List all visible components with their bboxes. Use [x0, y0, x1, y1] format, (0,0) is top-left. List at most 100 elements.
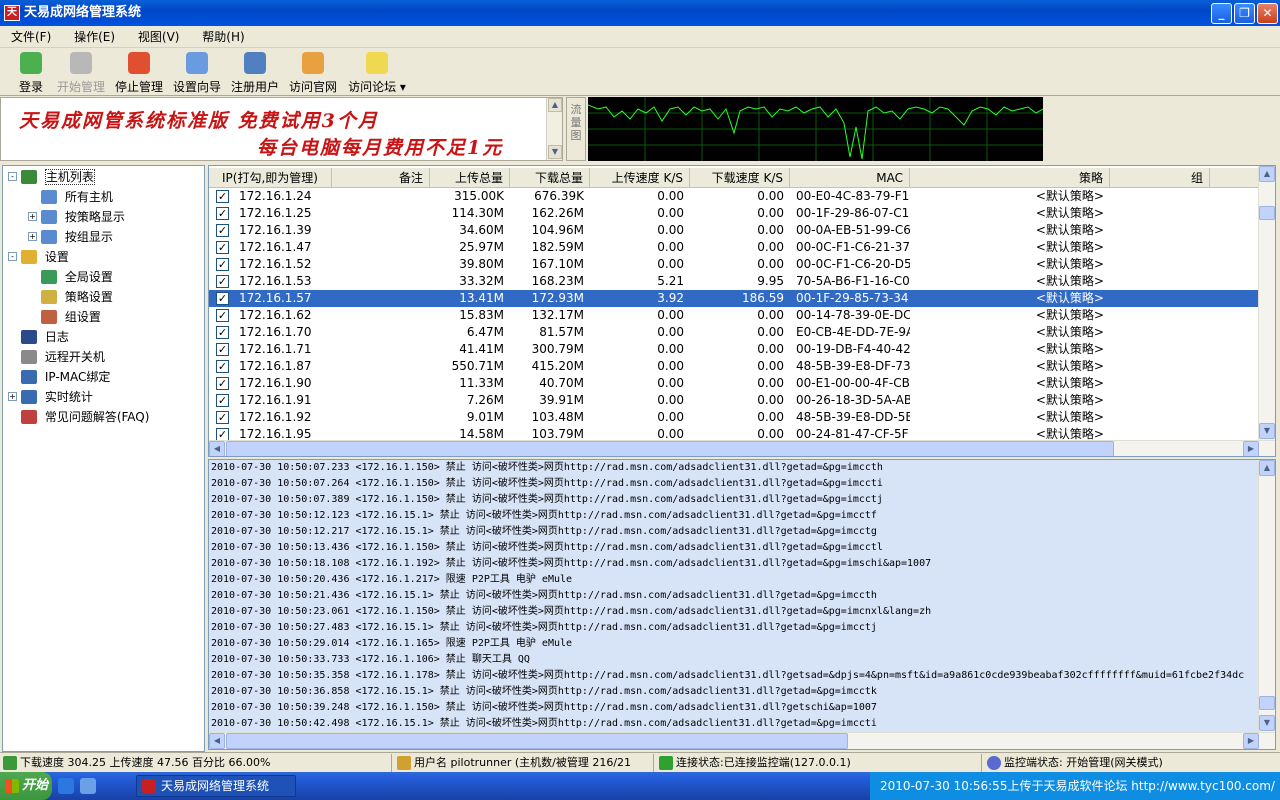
scroll-right-icon[interactable]: ▶: [1243, 733, 1259, 749]
scroll-down-icon[interactable]: ▼: [548, 145, 562, 159]
scroll-right-icon[interactable]: ▶: [1243, 441, 1259, 456]
manage-checkbox[interactable]: ✓: [216, 343, 229, 356]
table-row[interactable]: ✓ 172.16.1.25 114.30M 162.26M 0.00 0.00 00-1F-…: [209, 205, 1261, 222]
scroll-thumb[interactable]: [226, 441, 1114, 456]
register-user-button[interactable]: 注册用户: [228, 50, 282, 94]
scroll-left-icon[interactable]: ◀: [209, 733, 225, 749]
banner-scrollbar[interactable]: ▲ ▼: [546, 98, 562, 160]
cell-ip: 172.16.1.62: [239, 308, 312, 322]
table-row[interactable]: ✓ 172.16.1.90 11.33M 40.70M 0.00 0.00 00-E1-00…: [209, 375, 1261, 392]
cell-down-total: 182.59M: [531, 240, 584, 254]
tree-item-log[interactable]: 日志: [21, 328, 69, 346]
tree-item-by-group[interactable]: + 按组显示: [28, 228, 113, 246]
manage-checkbox[interactable]: ✓: [216, 190, 229, 203]
column-header-note[interactable]: 备注: [332, 168, 430, 188]
tree-item-group-settings[interactable]: 组设置: [41, 308, 101, 326]
tree-item-settings[interactable]: - 设置: [8, 248, 69, 266]
desktop-icon[interactable]: [80, 778, 96, 794]
manage-checkbox[interactable]: ✓: [216, 292, 229, 305]
column-header-upload-total[interactable]: 上传总量: [430, 168, 510, 188]
manage-checkbox[interactable]: ✓: [216, 224, 229, 237]
table-row[interactable]: ✓ 172.16.1.62 15.83M 132.17M 0.00 0.00 00-14-7…: [209, 307, 1261, 324]
table-row[interactable]: ✓ 172.16.1.92 9.01M 103.48M 0.00 0.00 48-5B-39…: [209, 409, 1261, 426]
table-horizontal-scrollbar[interactable]: ◀ ▶: [209, 440, 1275, 456]
collapse-icon[interactable]: -: [8, 252, 17, 261]
manage-checkbox[interactable]: ✓: [216, 411, 229, 424]
table-row[interactable]: ✓ 172.16.1.70 6.47M 81.57M 0.00 0.00 E0-CB-4E-…: [209, 324, 1261, 341]
manage-checkbox[interactable]: ✓: [216, 258, 229, 271]
table-row[interactable]: ✓ 172.16.1.47 25.97M 182.59M 0.00 0.00 00-0C-F…: [209, 239, 1261, 256]
scroll-left-icon[interactable]: ◀: [209, 441, 225, 456]
cell-note: [332, 256, 430, 273]
menu-file[interactable]: 文件(F): [3, 26, 59, 48]
column-header-mac[interactable]: MAC: [790, 168, 910, 188]
scroll-thumb[interactable]: [1259, 696, 1275, 710]
table-row[interactable]: ✓ 172.16.1.71 41.41M 300.79M 0.00 0.00 00-19-D…: [209, 341, 1261, 358]
collapse-icon[interactable]: -: [8, 172, 17, 181]
table-row[interactable]: ✓ 172.16.1.91 7.26M 39.91M 0.00 0.00 00-26-18-…: [209, 392, 1261, 409]
ie-icon[interactable]: [58, 778, 74, 794]
stop-management-button[interactable]: 停止管理: [112, 50, 166, 94]
log-horizontal-scrollbar[interactable]: ◀ ▶: [209, 732, 1275, 749]
expand-icon[interactable]: +: [8, 392, 17, 401]
scroll-thumb[interactable]: [1259, 206, 1275, 220]
manage-checkbox[interactable]: ✓: [216, 207, 229, 220]
menu-help[interactable]: 帮助(H): [194, 26, 252, 48]
column-header-download-total[interactable]: 下载总量: [510, 168, 590, 188]
column-header-group[interactable]: 组: [1110, 168, 1210, 188]
manage-checkbox[interactable]: ✓: [216, 241, 229, 254]
scroll-up-icon[interactable]: ▲: [1259, 460, 1275, 476]
visit-forum-button[interactable]: 访问论坛 ▾: [344, 50, 410, 94]
tree-item-faq[interactable]: 常见问题解答(FAQ): [21, 408, 149, 426]
login-button[interactable]: 登录: [12, 50, 50, 94]
tree-item-realtime-stats[interactable]: + 实时统计: [8, 388, 93, 406]
log-vertical-scrollbar[interactable]: ▲ ▼: [1258, 460, 1275, 732]
manage-checkbox[interactable]: ✓: [216, 377, 229, 390]
toolbar: 登录 开始管理 停止管理 设置向导 注册用户 访问官网 访问论坛 ▾: [0, 48, 1280, 96]
tree-item-remote-power[interactable]: 远程开关机: [21, 348, 105, 366]
maximize-button[interactable]: ❐: [1234, 3, 1255, 24]
cell-up-speed: 0.00: [657, 342, 684, 356]
minimize-button[interactable]: _: [1211, 3, 1232, 24]
scroll-thumb[interactable]: [226, 733, 848, 749]
column-header-ip[interactable]: IP(打勾,即为管理): [209, 168, 332, 188]
cell-up-total: 39.80M: [459, 257, 504, 271]
column-header-download-speed[interactable]: 下载速度 K/S: [690, 168, 790, 188]
scroll-down-icon[interactable]: ▼: [1259, 423, 1275, 439]
status-speed: 下载速度 304.25 上传速度 47.56 百分比 66.00%: [0, 754, 392, 772]
tree-item-policy-settings[interactable]: 策略设置: [41, 288, 113, 306]
table-row[interactable]: ✓ 172.16.1.24 315.00K 676.39K 0.00 0.00 00-E0-…: [209, 188, 1261, 205]
menu-operate[interactable]: 操作(E): [66, 26, 123, 48]
table-vertical-scrollbar[interactable]: ▲ ▼: [1258, 166, 1275, 440]
table-row[interactable]: ✓ 172.16.1.53 33.32M 168.23M 5.21 9.95 70-5A-B…: [209, 273, 1261, 290]
visit-website-button[interactable]: 访问官网: [286, 50, 340, 94]
scroll-up-icon[interactable]: ▲: [548, 98, 562, 112]
menu-view[interactable]: 视图(V): [130, 26, 188, 48]
table-row[interactable]: ✓ 172.16.1.87 550.71M 415.20M 0.00 0.00 48-5B-…: [209, 358, 1261, 375]
manage-checkbox[interactable]: ✓: [216, 360, 229, 373]
tree-item-ip-mac-binding[interactable]: IP-MAC绑定: [21, 368, 110, 386]
close-button[interactable]: ✕: [1257, 3, 1278, 24]
manage-checkbox[interactable]: ✓: [216, 326, 229, 339]
manage-checkbox[interactable]: ✓: [216, 394, 229, 407]
scroll-up-icon[interactable]: ▲: [1259, 166, 1275, 182]
setup-wizard-button[interactable]: 设置向导: [170, 50, 224, 94]
start-button[interactable]: 开始: [0, 772, 52, 800]
column-header-upload-speed[interactable]: 上传速度 K/S: [590, 168, 690, 188]
tree-item-by-policy[interactable]: + 按策略显示: [28, 208, 125, 226]
column-header-policy[interactable]: 策略: [910, 168, 1110, 188]
manage-checkbox[interactable]: ✓: [216, 309, 229, 322]
taskbar-app-button[interactable]: 天易成网络管理系统: [136, 775, 296, 797]
computer-icon: [41, 230, 57, 244]
expand-icon[interactable]: +: [28, 212, 37, 221]
tree-item-host-list[interactable]: - 主机列表: [8, 168, 95, 186]
scroll-down-icon[interactable]: ▼: [1259, 715, 1275, 731]
manage-checkbox[interactable]: ✓: [216, 275, 229, 288]
table-row[interactable]: ✓ 172.16.1.52 39.80M 167.10M 0.00 0.00 00-0C-F…: [209, 256, 1261, 273]
table-row[interactable]: ✓ 172.16.1.39 34.60M 104.96M 0.00 0.00 00-0A-E…: [209, 222, 1261, 239]
table-row[interactable]: ✓ 172.16.1.57 13.41M 172.93M 3.92 186.59 00-1F…: [209, 290, 1261, 307]
expand-icon[interactable]: +: [28, 232, 37, 241]
tree-item-all-hosts[interactable]: 所有主机: [41, 188, 113, 206]
tree-item-global-settings[interactable]: 全局设置: [41, 268, 113, 286]
start-management-button[interactable]: 开始管理: [54, 50, 108, 94]
